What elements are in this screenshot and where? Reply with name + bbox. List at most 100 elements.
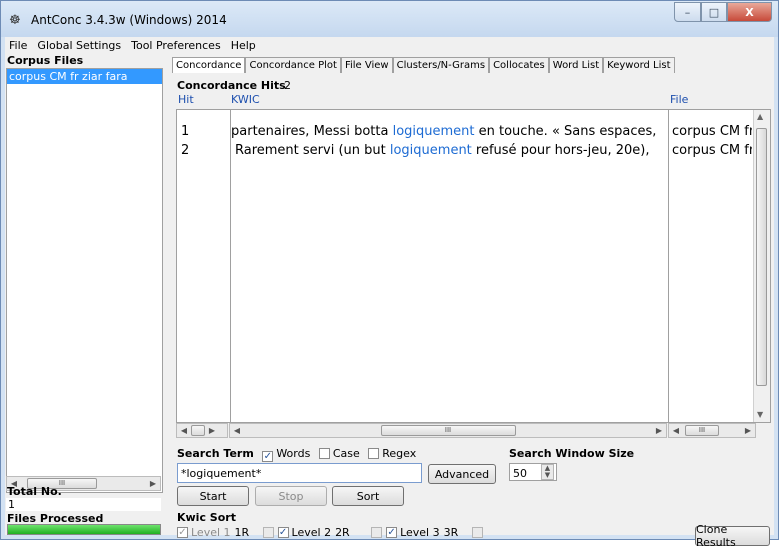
scroll-right-icon[interactable]: ▶: [146, 479, 160, 488]
level3-value[interactable]: 3R: [444, 526, 472, 539]
tab-file-view[interactable]: File View: [340, 57, 393, 73]
menu-help[interactable]: Help: [227, 37, 262, 54]
level1-label: Level 1: [191, 526, 231, 539]
column-divider[interactable]: [668, 110, 669, 422]
window-size-spinner[interactable]: ▲ ▼: [541, 464, 554, 480]
scroll-thumb[interactable]: [191, 425, 205, 436]
kwic-left-context: partenaires, Messi botta: [231, 124, 393, 139]
corpus-file-list[interactable]: corpus CM fr ziar fara: [6, 68, 163, 493]
maximize-button[interactable]: □: [701, 2, 727, 22]
menu-file[interactable]: File: [5, 37, 33, 54]
file-column-header[interactable]: File: [670, 93, 688, 106]
scroll-down-icon[interactable]: ▼: [757, 410, 763, 419]
level3-label: Level 3: [400, 526, 440, 539]
level1-spinner-icon[interactable]: [262, 527, 274, 538]
level1-value[interactable]: 1R: [235, 526, 263, 539]
level2-checkbox[interactable]: ✓: [277, 527, 289, 538]
level1-checkbox[interactable]: ✓: [177, 527, 188, 538]
tab-concordance-plot[interactable]: Concordance Plot: [245, 57, 341, 73]
scroll-up-icon[interactable]: ▲: [757, 112, 763, 121]
kwic-column-hscrollbar[interactable]: ◀ III ▶: [229, 423, 667, 438]
regex-checkbox[interactable]: [368, 448, 380, 459]
column-divider[interactable]: [230, 110, 231, 422]
kwic-right-context: refusé pour hors-jeu, 20e),: [471, 143, 650, 158]
search-term-label: Search Term: [177, 447, 254, 460]
vertical-scroll-thumb[interactable]: [756, 128, 767, 386]
minimize-button[interactable]: –: [674, 2, 701, 22]
hit-number: 2: [181, 143, 190, 158]
level3-spinner-icon[interactable]: [471, 527, 483, 538]
spin-down-icon[interactable]: ▼: [542, 472, 553, 479]
progress-fill: [8, 525, 160, 534]
scroll-left-icon[interactable]: ◀: [669, 426, 683, 435]
level2-spinner-icon[interactable]: [371, 527, 383, 538]
kwic-keyword[interactable]: logiquement: [390, 143, 472, 158]
scroll-left-icon[interactable]: ◀: [177, 426, 191, 435]
tab-concordance[interactable]: Concordance: [172, 57, 246, 73]
main-body: Corpus Files corpus CM fr ziar fara ◀ II…: [5, 54, 774, 549]
client-area: File Global Settings Tool Preferences He…: [5, 37, 774, 549]
level2-value[interactable]: 2R: [335, 526, 363, 539]
left-panel: Corpus Files corpus CM fr ziar fara ◀ II…: [5, 54, 165, 535]
words-checkbox[interactable]: ✓: [262, 451, 274, 462]
menu-bar: File Global Settings Tool Preferences He…: [5, 37, 774, 54]
start-button[interactable]: Start: [177, 486, 249, 506]
words-label: Words: [276, 447, 311, 460]
tab-word-list[interactable]: Word List: [548, 57, 604, 73]
hit-column-hscrollbar[interactable]: ◀ ▶: [176, 423, 228, 438]
files-processed-progress: [7, 524, 161, 535]
corpus-file-item[interactable]: corpus CM fr ziar fara: [7, 69, 162, 84]
kwic-sort-levels: ✓ Level 1 1R ✓ Level 2 2R ✓ Level 3 3R: [177, 526, 485, 539]
corpus-files-label: Corpus Files: [7, 54, 84, 67]
level2-label: Level 2: [291, 526, 332, 539]
search-term-input[interactable]: *logiquement*: [177, 463, 422, 483]
antconc-app-icon[interactable]: ☸: [9, 13, 21, 28]
scroll-thumb[interactable]: III: [685, 425, 719, 436]
file-name-cell[interactable]: corpus CM fr: [672, 143, 752, 158]
file-name-cell[interactable]: corpus CM fr: [672, 124, 752, 139]
menu-global-settings[interactable]: Global Settings: [33, 37, 127, 54]
concordance-panel: Concordance Hits 2 Hit KWIC File 1 parte…: [172, 73, 771, 549]
case-label: Case: [332, 447, 360, 460]
sort-button[interactable]: Sort: [332, 486, 404, 506]
file-column-hscrollbar[interactable]: ◀ III ▶: [668, 423, 756, 438]
tab-collocates[interactable]: Collocates: [489, 57, 549, 73]
kwic-column-header[interactable]: KWIC: [231, 93, 260, 106]
stop-button[interactable]: Stop: [255, 486, 327, 506]
kwic-sort-label: Kwic Sort: [177, 511, 236, 524]
kwic-line[interactable]: Rarement servi (un but logiquement refus…: [235, 143, 667, 158]
search-window-size-label: Search Window Size: [509, 447, 635, 460]
kwic-line[interactable]: partenaires, Messi botta logiquement en …: [231, 124, 667, 139]
kwic-keyword[interactable]: logiquement: [393, 124, 475, 139]
kwic-right-context: en touche. « Sans espaces,: [474, 124, 657, 139]
results-vscrollbar[interactable]: ▲ ▼: [753, 110, 770, 422]
title-bar: ☸ AntConc 3.4.3w (Windows) 2014 – □ X: [1, 1, 778, 37]
search-term-row: Search Term ✓ Words Case Regex: [177, 447, 416, 462]
scroll-thumb[interactable]: III: [380, 425, 516, 436]
app-window: ☸ AntConc 3.4.3w (Windows) 2014 – □ X Fi…: [0, 0, 779, 549]
hit-column-header[interactable]: Hit: [178, 93, 194, 106]
total-no-value: 1: [6, 498, 161, 511]
clone-results-button[interactable]: Clone Results: [695, 523, 770, 549]
kwic-left-context: Rarement servi (un but: [235, 143, 390, 158]
tool-tabs: Concordance Concordance Plot File View C…: [172, 57, 675, 73]
concordance-hits-count: 2: [284, 79, 291, 92]
close-button[interactable]: X: [727, 2, 772, 22]
window-title: AntConc 3.4.3w (Windows) 2014: [31, 13, 227, 27]
tab-keyword-list[interactable]: Keyword List: [603, 57, 675, 73]
scroll-right-icon[interactable]: ▶: [205, 426, 219, 435]
advanced-button[interactable]: Advanced: [428, 464, 496, 484]
hit-number: 1: [181, 124, 190, 139]
right-panel: Concordance Concordance Plot File View C…: [172, 54, 774, 549]
scroll-left-icon[interactable]: ◀: [230, 426, 244, 435]
case-checkbox[interactable]: [318, 448, 330, 459]
concordance-hits-label: Concordance Hits: [177, 79, 286, 92]
tab-clusters-ngrams[interactable]: Clusters/N-Grams: [392, 57, 490, 73]
level3-checkbox[interactable]: ✓: [386, 527, 398, 538]
scroll-right-icon[interactable]: ▶: [741, 426, 755, 435]
menu-tool-preferences[interactable]: Tool Preferences: [127, 37, 227, 54]
window-controls: – □ X: [674, 2, 772, 22]
scroll-right-icon[interactable]: ▶: [652, 426, 666, 435]
total-no-label: Total No.: [7, 485, 62, 498]
concordance-results-grid[interactable]: 1 partenaires, Messi botta logiquement e…: [176, 109, 771, 423]
